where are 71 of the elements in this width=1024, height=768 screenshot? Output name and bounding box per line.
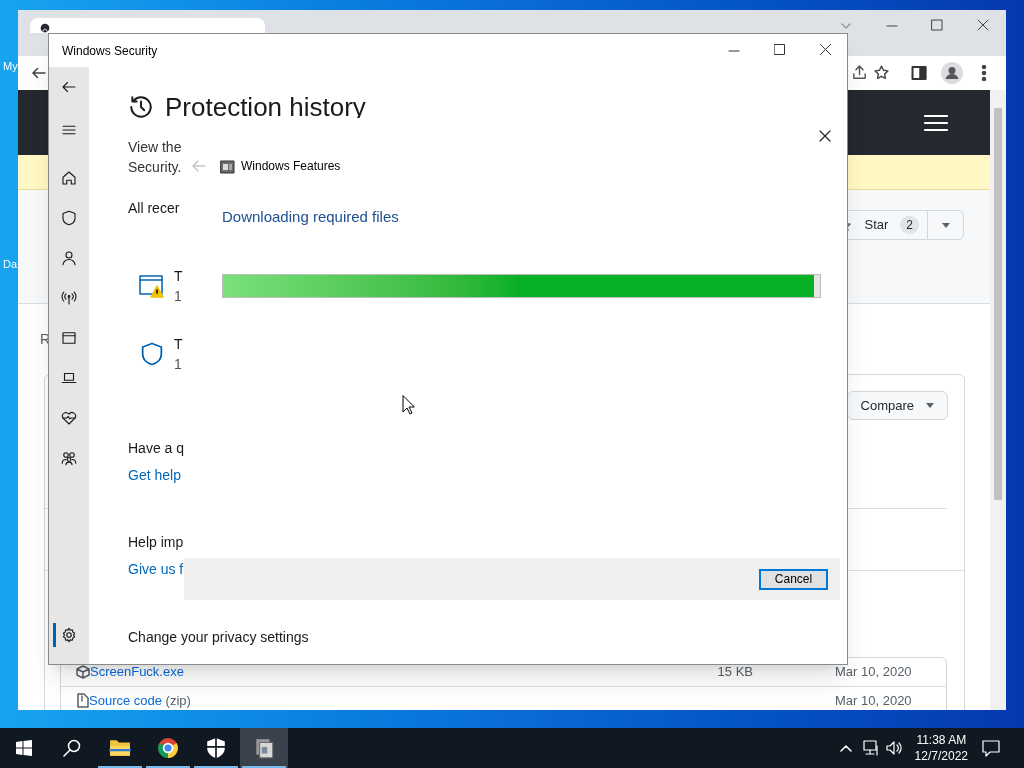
github-icon — [40, 23, 50, 33]
running-indicator — [242, 766, 286, 768]
section-title: Change your privacy settings — [128, 628, 309, 647]
heart-pulse-icon — [60, 409, 78, 427]
shield-icon — [60, 209, 78, 227]
history-item-date: 1 — [174, 355, 183, 374]
zip-file-icon — [76, 693, 89, 708]
close-icon[interactable] — [977, 19, 989, 31]
file-size: 15 KB — [717, 663, 753, 682]
history-item-title: T — [174, 267, 183, 286]
running-indicator — [146, 766, 190, 768]
taskbar-app-button[interactable] — [240, 728, 288, 768]
app-icon — [220, 158, 235, 174]
mouse-cursor-icon — [402, 395, 415, 415]
compare-button[interactable]: Compare — [846, 391, 948, 420]
browser-window-icon — [60, 329, 78, 347]
asset-link[interactable]: Source code (zip) — [89, 690, 191, 710]
more-options-icon[interactable] — [981, 65, 987, 81]
side-panel-icon[interactable] — [911, 65, 927, 81]
running-indicator — [194, 766, 238, 768]
maximize-icon[interactable] — [774, 44, 785, 55]
close-icon[interactable] — [820, 44, 831, 55]
section-title: All recer — [128, 199, 180, 218]
minimize-icon[interactable] — [728, 47, 740, 55]
release-date: Mar 10, 2020 — [835, 663, 913, 682]
section-title: Help imp — [128, 533, 184, 552]
chevron-up-icon[interactable] — [839, 744, 852, 752]
chrome-icon — [157, 737, 179, 759]
dialog-title: Windows Features — [241, 158, 341, 175]
family-icon — [60, 449, 78, 467]
asset-link[interactable]: ScreenFuck.exe — [90, 662, 184, 682]
page-heading: Protection history — [165, 91, 366, 123]
browser-warning-icon — [138, 272, 166, 300]
volume-icon[interactable] — [885, 740, 903, 756]
count-badge: 2 — [900, 216, 919, 234]
help-link[interactable]: Give us f — [128, 559, 184, 579]
shield-icon — [205, 737, 227, 759]
settings-icon — [60, 626, 78, 644]
status-text: Downloading required files — [222, 207, 400, 227]
caret-icon — [941, 222, 950, 228]
notification-icon[interactable] — [982, 739, 1000, 757]
star-icon[interactable] — [873, 64, 890, 81]
home-icon — [60, 169, 78, 187]
help-link[interactable]: Get help — [128, 465, 181, 485]
running-indicator — [98, 766, 142, 768]
scrollbar-thumb[interactable] — [994, 108, 1002, 500]
selection-bar — [53, 623, 56, 647]
menu-icon[interactable] — [924, 113, 948, 132]
antenna-icon — [60, 289, 78, 307]
share-icon[interactable] — [851, 64, 868, 81]
history-item-date: 1 — [174, 287, 183, 306]
clock[interactable]: 11:38 AM 12/7/2022 — [914, 732, 968, 764]
person-icon — [60, 249, 78, 267]
search-icon — [63, 739, 81, 757]
windows-logo-icon — [16, 740, 32, 756]
profile-icon[interactable] — [941, 62, 963, 84]
window-title: Windows Security — [62, 42, 158, 60]
window-stack-icon — [253, 737, 275, 759]
scrollbar[interactable] — [990, 90, 1006, 710]
close-icon[interactable] — [819, 130, 831, 142]
caret-icon — [926, 403, 934, 408]
network-icon[interactable] — [862, 740, 880, 756]
history-item-title: T — [174, 335, 183, 354]
description-text: View the Security. — [128, 138, 182, 177]
release-date: Mar 10, 2020 — [835, 691, 913, 710]
maximize-icon[interactable] — [931, 19, 943, 31]
history-icon — [128, 94, 154, 120]
cancel-button[interactable]: Cancel — [759, 568, 828, 590]
section-title: Have a q — [128, 439, 185, 458]
folder-icon — [109, 737, 131, 759]
package-icon — [76, 665, 90, 679]
